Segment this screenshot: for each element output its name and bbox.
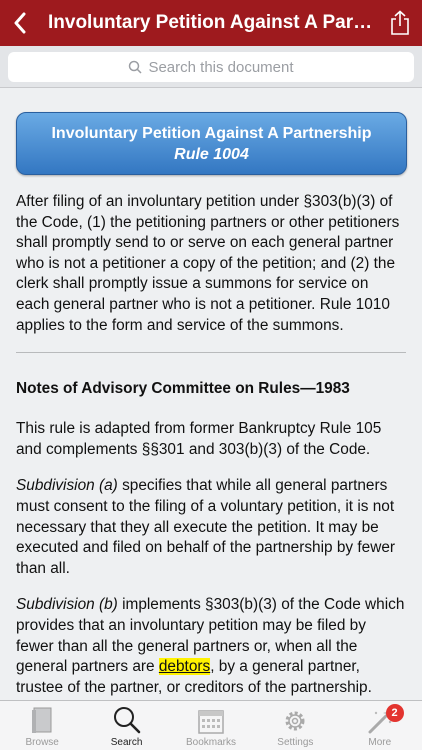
tab-bar: Browse Search Bookmarks Settings 2 More xyxy=(0,700,422,750)
notes-heading: Notes of Advisory Committee on Rules—198… xyxy=(16,380,350,398)
share-button[interactable] xyxy=(378,0,422,46)
rule-title-button[interactable]: Involuntary Petition Against A Partnersh… xyxy=(16,112,407,175)
highlighted-term-link[interactable]: debtors xyxy=(158,658,211,676)
share-icon xyxy=(391,10,409,35)
tab-label: More xyxy=(368,737,392,748)
nav-bar: Involuntary Petition Against A Partnersh… xyxy=(0,0,422,46)
tab-search[interactable]: Search xyxy=(84,701,168,750)
page-title: Involuntary Petition Against A Partnersh… xyxy=(48,12,378,33)
notification-badge: 2 xyxy=(385,704,404,722)
magnifier-icon xyxy=(113,707,140,734)
document-content[interactable]: Involuntary Petition Against A Partnersh… xyxy=(0,89,422,700)
tab-label: Browse xyxy=(25,737,59,748)
subdivision-b-label: Subdivision (b) xyxy=(16,596,118,614)
subdivision-a-label: Subdivision (a) xyxy=(16,477,118,495)
back-button[interactable] xyxy=(0,0,40,46)
search-icon xyxy=(129,60,142,74)
subdivision-b: Subdivision (b) implements §303(b)(3) of… xyxy=(16,595,406,698)
rule-title: Involuntary Petition Against A Partnersh… xyxy=(51,124,372,142)
search-placeholder: Search this document xyxy=(148,58,294,76)
divider xyxy=(16,352,406,354)
book-icon xyxy=(32,707,52,733)
tab-label: Settings xyxy=(277,737,314,748)
rule-text: After filing of an involuntary petition … xyxy=(16,193,400,334)
tab-label: Bookmarks xyxy=(185,737,236,748)
rule-number: Rule 1004 xyxy=(174,145,249,163)
note-intro: This rule is adapted from former Bankrup… xyxy=(16,420,382,458)
calendar-icon xyxy=(198,710,224,734)
subdivision-a: Subdivision (a) specifies that while all… xyxy=(16,476,406,579)
search-bar: Search this document xyxy=(0,46,422,88)
tab-more[interactable]: 2 More xyxy=(338,701,422,750)
search-input[interactable]: Search this document xyxy=(8,52,414,82)
gear-icon xyxy=(285,711,305,731)
tab-settings[interactable]: Settings xyxy=(253,701,337,750)
tab-bookmarks[interactable]: Bookmarks xyxy=(169,701,253,750)
tab-browse[interactable]: Browse xyxy=(0,701,84,750)
chevron-left-icon xyxy=(14,12,26,34)
tab-label: Search xyxy=(110,737,143,748)
